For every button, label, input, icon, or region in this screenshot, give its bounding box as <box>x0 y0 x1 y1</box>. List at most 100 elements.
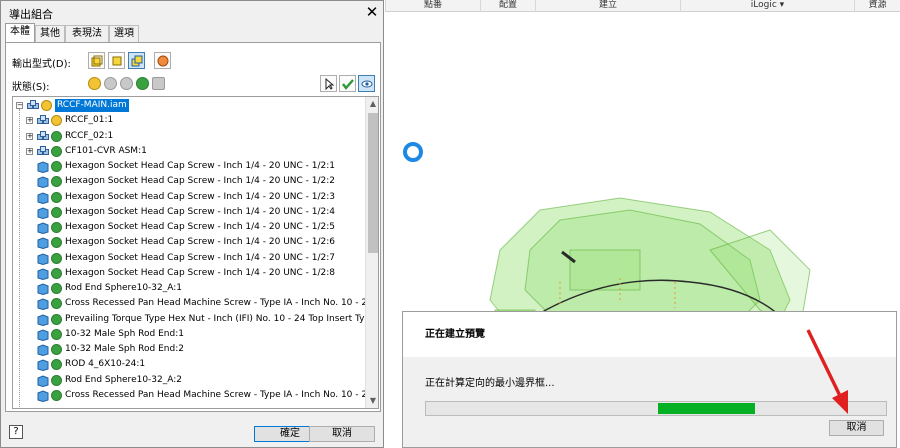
component-tree[interactable]: − RCCF-MAIN.iam + RCCF_01:1 + RCCF_02:1 + CF101… <box>12 96 379 409</box>
tree-item[interactable]: ROD 4_6X10-24:1 <box>13 357 365 372</box>
cursor-icon <box>325 77 334 90</box>
ribbon-tab-resources[interactable]: 資源 <box>854 0 900 12</box>
part-icon <box>37 191 49 204</box>
keep-status-icon[interactable] <box>51 389 62 401</box>
tree-item[interactable]: + RCCF_02:1 <box>13 129 365 144</box>
output-type-part-button[interactable] <box>108 52 125 69</box>
tree-item[interactable]: Hexagon Socket Head Cap Screw - Inch 1/4… <box>13 235 365 250</box>
keep-status-icon[interactable] <box>51 161 62 172</box>
keep-status-icon[interactable] <box>51 191 62 203</box>
keep-status-icon[interactable] <box>51 344 62 355</box>
tree-item-label: Cross Recessed Pan Head Machine Screw - … <box>65 298 379 309</box>
status-exclude-icon[interactable] <box>104 77 117 90</box>
tab-other[interactable]: 其他 <box>35 25 65 42</box>
multi-body-icon <box>131 55 142 66</box>
dialog-title: 導出組合 <box>9 8 53 21</box>
tree-item-label: RCCF-MAIN.iam <box>55 99 129 112</box>
tree-item-label: 10-32 Male Sph Rod End:1 <box>65 328 184 339</box>
scroll-thumb[interactable] <box>368 113 378 253</box>
output-type-substitute-button[interactable] <box>154 52 171 69</box>
tree-item[interactable]: 10-32 Male Sph Rod End:2 <box>13 342 365 357</box>
tree-item[interactable]: Hexagon Socket Head Cap Screw - Inch 1/4… <box>13 190 365 205</box>
tree-item[interactable]: + RCCF_01:1 <box>13 113 365 128</box>
tab-options[interactable]: 選項 <box>109 25 139 42</box>
tree-expander-icon[interactable]: + <box>26 117 33 125</box>
keep-status-icon[interactable] <box>51 283 62 294</box>
status-filter-group <box>88 77 178 91</box>
tab-representations[interactable]: 表現法 <box>65 25 109 42</box>
keep-status-icon[interactable] <box>51 252 62 264</box>
tree-item-label: 10-32 Male Sph Rod End:2 <box>65 344 184 354</box>
ribbon-tab-ilogic[interactable]: iLogic ▾ <box>680 0 854 12</box>
tree-item[interactable]: Hexagon Socket Head Cap Screw - Inch 1/4… <box>13 251 365 266</box>
output-type-body-button[interactable] <box>128 52 145 69</box>
tree-vertical-scrollbar[interactable]: ▲ ▼ <box>365 97 378 408</box>
progress-bar-fill <box>658 403 755 414</box>
help-button[interactable]: ? <box>9 425 23 439</box>
tree-item[interactable]: Hexagon Socket Head Cap Screw - Inch 1/4… <box>13 174 365 189</box>
tree-item[interactable]: − RCCF-MAIN.iam <box>13 98 365 113</box>
tree-expander-icon[interactable]: + <box>26 132 33 140</box>
keep-status-icon[interactable] <box>51 328 62 340</box>
scroll-up-icon[interactable]: ▲ <box>366 97 378 111</box>
ribbon-tab-placement[interactable]: 配置 <box>480 0 535 12</box>
tree-item[interactable]: 10-32 Male Sph Rod End:1 <box>13 327 365 342</box>
tree-item-label: ROD 4_6X10-24:1 <box>65 359 146 370</box>
tree-item[interactable]: Prevailing Torque Type Hex Nut - Inch (I… <box>13 312 378 327</box>
tree-item-label: Hexagon Socket Head Cap Screw - Inch 1/4… <box>65 176 336 187</box>
part-icon <box>37 268 49 280</box>
busy-ring-icon <box>403 142 423 162</box>
tree-item[interactable]: Hexagon Socket Head Cap Screw - Inch 1/4… <box>13 205 365 220</box>
tree-item[interactable]: Hexagon Socket Head Cap Screw - Inch 1/4… <box>13 266 365 281</box>
tree-expander-icon[interactable]: + <box>26 147 33 155</box>
preview-toggle-button[interactable] <box>358 75 375 92</box>
ribbon-tab-create[interactable]: 建立 <box>535 0 680 12</box>
scroll-down-icon[interactable]: ▼ <box>366 394 378 408</box>
progress-cancel-button[interactable]: 取消 <box>829 420 884 436</box>
keep-status-icon[interactable] <box>51 374 62 386</box>
tree-item[interactable]: Rod End Sphere10-32_A:2 <box>13 373 365 388</box>
keep-status-icon[interactable] <box>51 130 62 142</box>
tree-item-label: Hexagon Socket Head Cap Screw - Inch 1/4… <box>65 237 336 248</box>
status-remove-icon[interactable] <box>120 77 133 90</box>
part-icon <box>37 329 49 341</box>
apply-check-button[interactable] <box>339 75 356 92</box>
keep-status-icon[interactable] <box>51 145 62 157</box>
tree-expander-icon[interactable]: − <box>16 102 23 109</box>
keep-status-icon[interactable] <box>51 267 62 279</box>
include-status-icon[interactable] <box>41 100 52 111</box>
keep-status-icon[interactable] <box>51 237 62 249</box>
status-keep-icon[interactable] <box>136 77 149 90</box>
close-icon[interactable]: ✕ <box>363 3 381 21</box>
assembly-icon <box>37 115 49 125</box>
tree-item-label: Prevailing Torque Type Hex Nut - Inch (I… <box>65 313 379 324</box>
keep-status-icon[interactable] <box>51 359 62 371</box>
tree-item[interactable]: + CF101-CVR ASM:1 <box>13 144 365 159</box>
part-icon <box>37 359 49 372</box>
select-cursor-button[interactable] <box>320 75 337 92</box>
progress-title: 正在建立預覽 <box>425 329 485 340</box>
cancel-button[interactable]: 取消 <box>309 426 375 442</box>
tree-item[interactable]: Hexagon Socket Head Cap Screw - Inch 1/4… <box>13 220 365 235</box>
status-include-icon[interactable] <box>88 77 101 90</box>
part-icon <box>37 222 49 234</box>
ribbon-tab-inspect[interactable]: 點番 <box>385 0 480 12</box>
keep-status-icon[interactable] <box>51 298 62 310</box>
tree-item[interactable]: Cross Recessed Pan Head Machine Screw - … <box>13 296 378 311</box>
include-status-icon[interactable] <box>51 115 62 127</box>
tree-item-label: Hexagon Socket Head Cap Screw - Inch 1/4… <box>65 222 336 232</box>
part-icon <box>37 374 49 387</box>
tree-item[interactable]: Hexagon Socket Head Cap Screw - Inch 1/4… <box>13 159 365 174</box>
assembly-cube-icon <box>91 55 102 66</box>
tab-body[interactable]: 本體 <box>5 23 35 43</box>
status-hole-icon[interactable] <box>152 77 165 90</box>
body-tab-panel: 輸出型式(D): 狀態(S): − RCCF-MAIN.iam + RCCF_0… <box>5 42 381 412</box>
keep-status-icon[interactable] <box>51 206 62 218</box>
keep-status-icon[interactable] <box>51 222 62 233</box>
keep-status-icon[interactable] <box>51 313 62 325</box>
tree-item[interactable]: Rod End Sphere10-32_A:1 <box>13 281 365 296</box>
tree-item[interactable]: Cross Recessed Pan Head Machine Screw - … <box>13 388 378 403</box>
output-type-assembly-button[interactable] <box>88 52 105 69</box>
keep-status-icon[interactable] <box>51 176 62 188</box>
substitute-icon <box>157 55 168 66</box>
